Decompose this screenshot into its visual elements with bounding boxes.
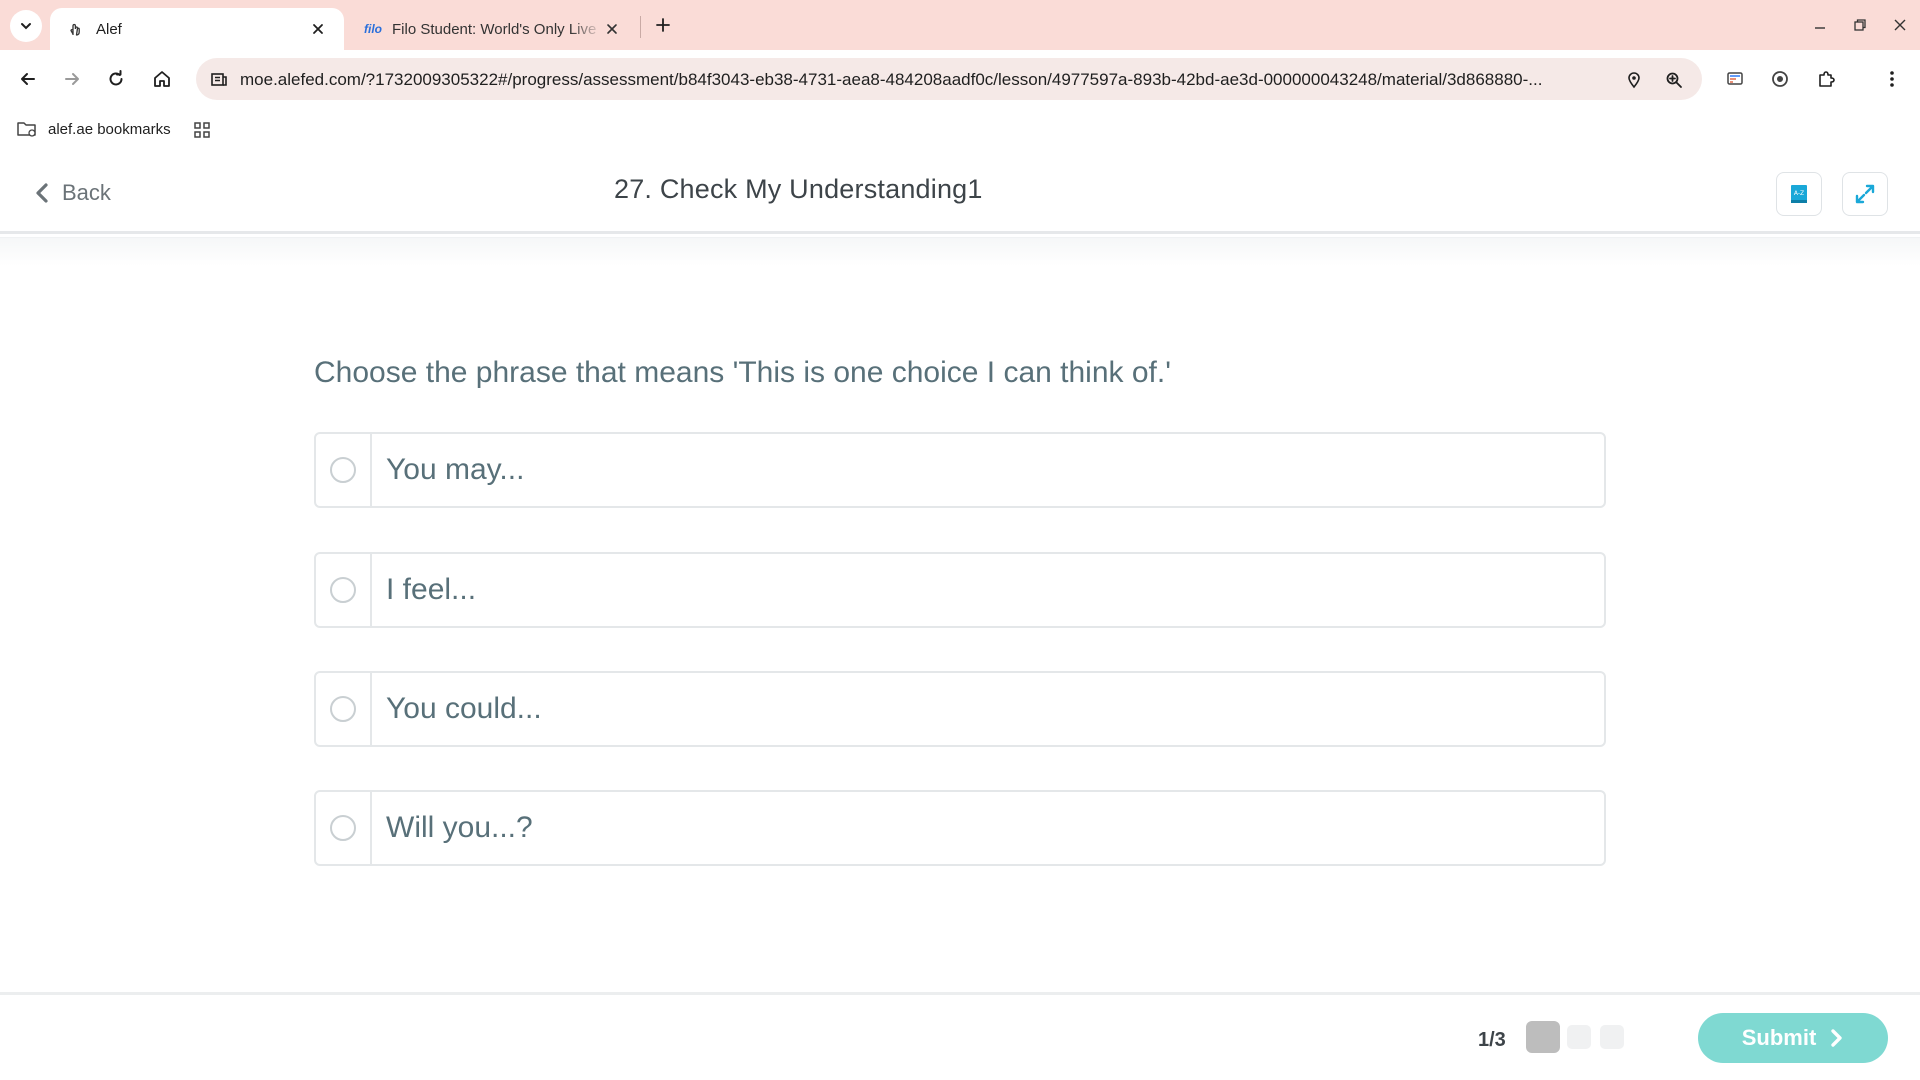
browser-toolbar: moe.alefed.com/?1732009305322#/progress/… [0,50,1920,108]
bookmarks-bar: alef.ae bookmarks [0,108,1920,150]
tab-alef[interactable]: Alef [50,8,344,50]
zoom-in-icon [1666,72,1682,88]
progress-counter: 1/3 [1478,1029,1506,1051]
page-title: 27. Check My Understanding1 [614,174,983,204]
close-icon[interactable] [602,19,622,39]
puzzle-icon [1819,71,1835,87]
svg-text:A-Z: A-Z [1794,190,1804,197]
home-icon [154,71,170,87]
option-label: You could... [386,692,542,725]
minimize-icon [1815,27,1825,29]
tab-divider [640,16,641,38]
site-info-icon[interactable] [206,66,232,92]
extensions-menu-button[interactable] [1810,63,1842,95]
reload-icon [109,70,123,86]
radio-button[interactable] [330,457,356,483]
grid-icon [194,122,210,138]
hand-pointer-icon [66,20,84,38]
back-button[interactable]: Back [34,178,111,208]
reload-button[interactable] [98,61,134,97]
tab-filo[interactable]: filo Filo Student: World's Only Live Ins… [350,8,636,50]
tab-title: Filo Student: World's Only Live Instant … [392,20,602,38]
chevron-left-icon [36,183,48,203]
cast-button[interactable] [1719,63,1751,95]
question-area: Choose the phrase that means 'This is on… [0,237,1920,991]
progress-step-3 [1600,1025,1624,1049]
zoom-button[interactable] [1660,66,1688,94]
bookmark-folder-alef[interactable]: alef.ae bookmarks [16,115,171,143]
dictionary-button[interactable]: A-Z [1776,172,1822,216]
window-close-button[interactable] [1882,10,1918,40]
answer-option-3[interactable]: You could... [314,671,1606,747]
arrow-left-icon [21,73,35,85]
home-button[interactable] [144,61,180,97]
answer-option-2[interactable]: I feel... [314,552,1606,628]
option-label: I feel... [386,573,477,606]
question-prompt: Choose the phrase that means 'This is on… [314,356,1171,389]
apps-button[interactable] [190,118,214,142]
progress-step-2 [1567,1025,1591,1049]
browser-tab-strip: Alef filo Filo Student: World's Only Liv… [0,0,1920,50]
aperture-icon [1772,71,1788,87]
url-text: moe.alefed.com/?1732009305322#/progress/… [240,70,1543,89]
arrow-right-icon [65,73,79,85]
folder-icon [17,122,36,137]
cast-icon [1727,72,1743,85]
submit-label: Submit [1741,1025,1817,1050]
restore-icon [1854,19,1866,31]
fullscreen-button[interactable] [1842,172,1888,216]
lesson-header: Back 27. Check My Understanding1 A-Z [0,150,1920,234]
tab-search-button[interactable] [10,10,42,42]
radio-button[interactable] [330,696,356,722]
plus-icon [656,18,670,32]
address-bar[interactable]: moe.alefed.com/?1732009305322#/progress/… [196,58,1702,100]
filo-logo-icon: filo [364,22,382,36]
bookmark-label: alef.ae bookmarks [48,120,171,138]
forward-nav-button[interactable] [54,61,90,97]
chevron-right-icon [1831,1029,1842,1047]
radio-button[interactable] [330,577,356,603]
restore-button[interactable] [1842,10,1878,40]
lesson-footer: 1/3 Submit [0,992,1920,1080]
tab-title: Alef [96,20,122,38]
option-label: Will you...? [386,811,533,844]
close-icon [1894,19,1906,31]
minimize-button[interactable] [1802,10,1838,40]
browser-menu-button[interactable] [1876,63,1908,95]
location-button[interactable] [1620,66,1648,94]
location-pin-icon [1628,72,1640,89]
expand-icon [1855,184,1875,204]
answer-option-4[interactable]: Will you...? [314,790,1606,866]
answer-option-1[interactable]: You may... [314,432,1606,508]
back-nav-button[interactable] [10,61,46,97]
close-icon[interactable] [308,19,328,39]
new-tab-button[interactable] [650,12,676,38]
extension-button[interactable] [1764,63,1796,95]
progress-step-1 [1526,1021,1560,1053]
lesson-page: Back 27. Check My Understanding1 A-Z Cho… [0,150,1920,1080]
option-label: You may... [386,453,525,486]
submit-button[interactable]: Submit [1698,1013,1888,1063]
dictionary-icon: A-Z [1791,185,1807,203]
more-vertical-icon [1890,71,1894,87]
radio-button[interactable] [330,815,356,841]
chevron-down-icon [21,23,31,30]
back-label: Back [62,180,111,205]
